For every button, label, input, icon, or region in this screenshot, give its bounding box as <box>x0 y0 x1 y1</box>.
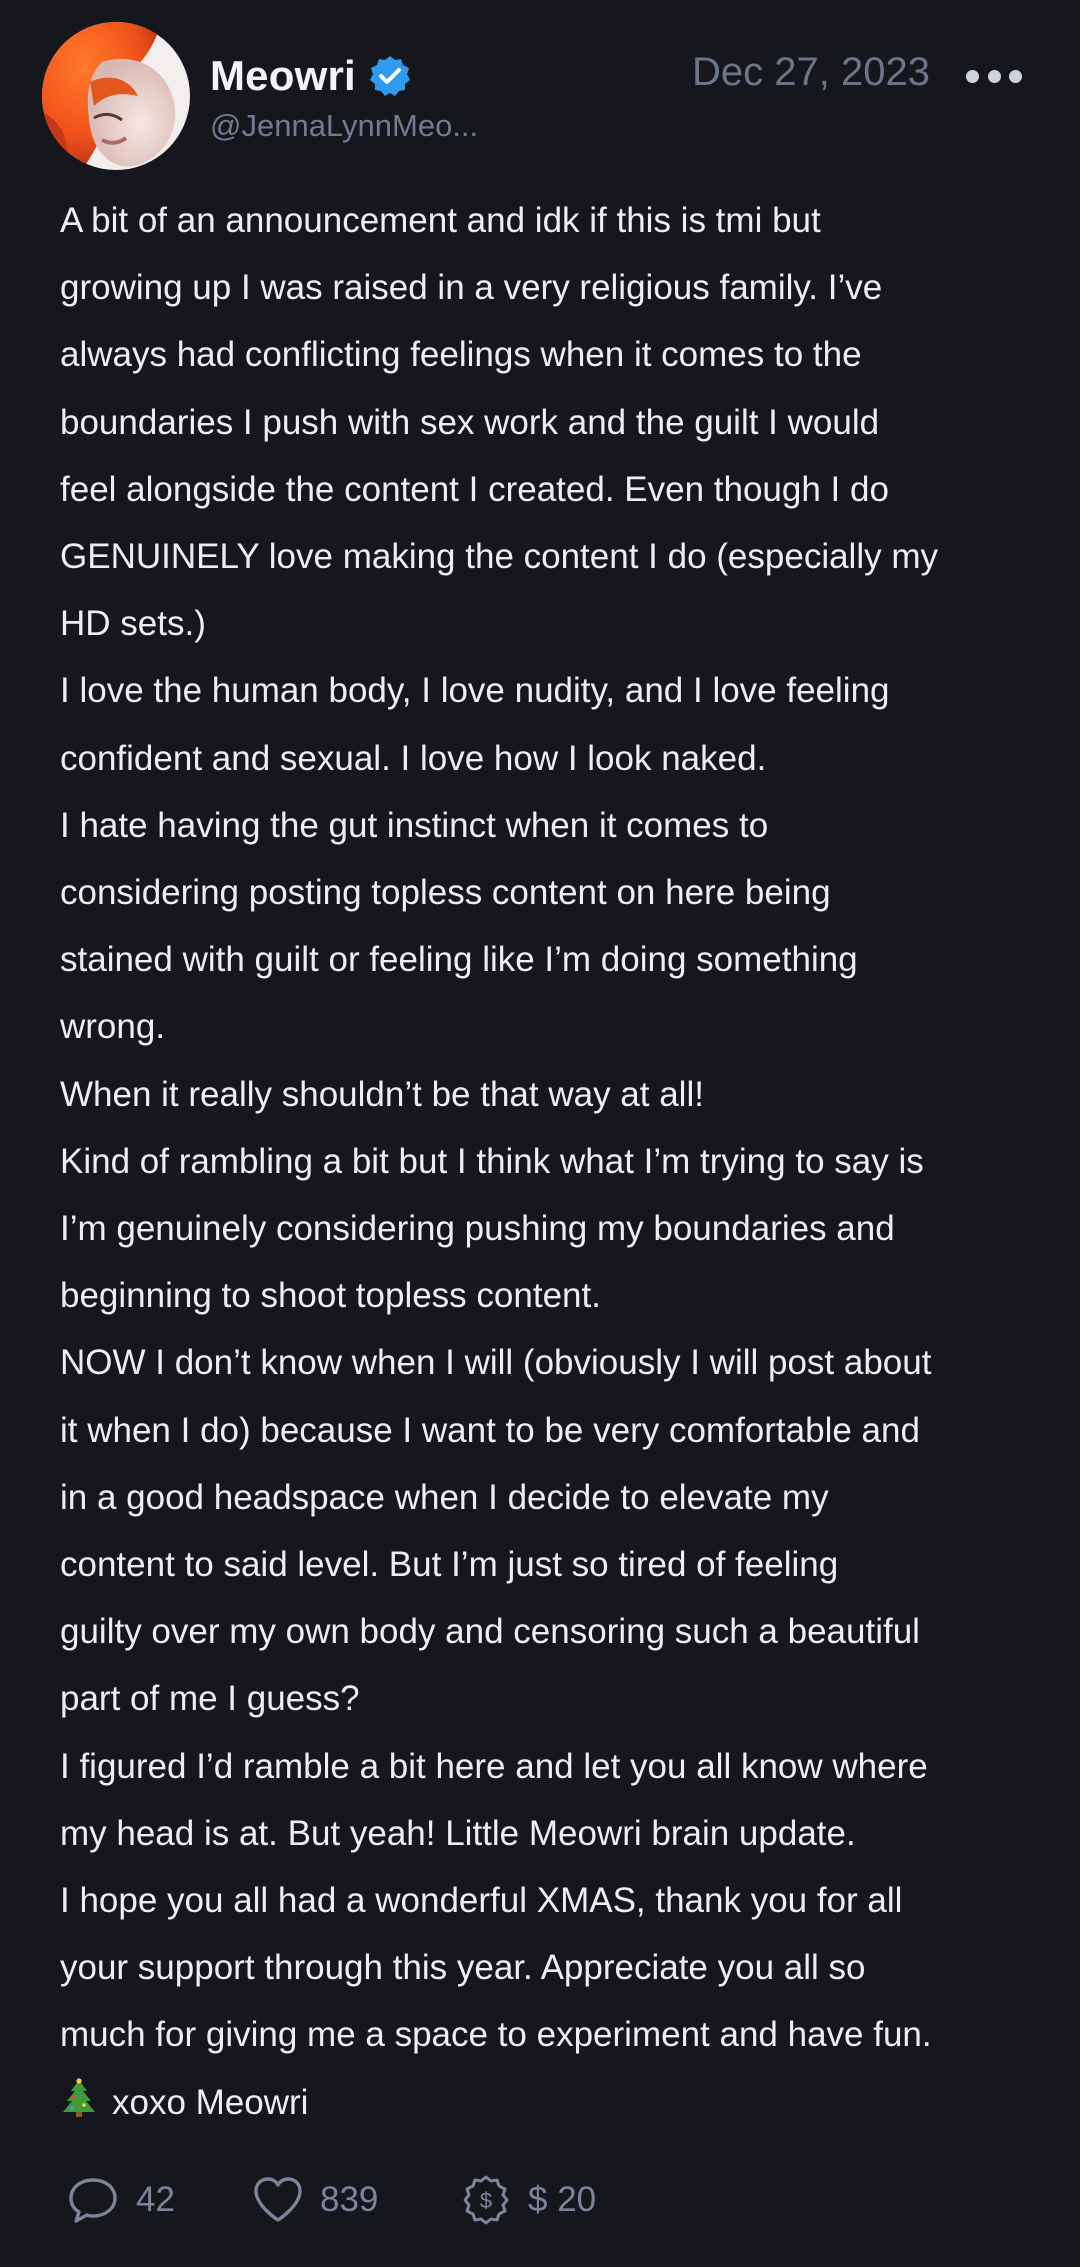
post-text-line: growing up I was raised in a very religi… <box>60 268 883 308</box>
post-text-line: A bit of an announcement and idk if this… <box>60 201 821 240</box>
like-count: 839 <box>320 2180 379 2219</box>
post-text-line: always had conflicting feelings when it … <box>60 335 862 375</box>
post-text-line: GENUINELY love making the content I do (… <box>60 537 938 577</box>
comment-icon <box>69 2178 117 2223</box>
avatar-photo <box>42 22 190 170</box>
post-text-line: NOW I don’t know when I will (obviously … <box>60 1343 932 1383</box>
avatar[interactable] <box>42 22 190 170</box>
author-name-row: Meowri <box>210 48 412 104</box>
post-text-line: I’m genuinely considering pushing my bou… <box>60 1209 895 1249</box>
post-text-line: I hope you all had a wonderful XMAS, tha… <box>60 1881 903 1921</box>
post-text-line: content to said level. But I’m just so t… <box>60 1545 839 1585</box>
comment-button[interactable]: 42 <box>66 2175 252 2225</box>
post-text-line: HD sets.) <box>60 604 206 644</box>
post-text-line: much for giving me a space to experiment… <box>60 2015 932 2055</box>
verified-badge-icon <box>368 54 412 98</box>
post-text-line: my head is at. But yeah! Little Meowri b… <box>60 1813 856 1853</box>
post-text-line: I love the human body, I love nudity, an… <box>60 671 890 711</box>
post-text-line: stained with guilt or feeling like I’m d… <box>60 940 858 980</box>
more-dots-icon[interactable] <box>966 58 1022 94</box>
post-text-line: I hate having the gut instinct when it c… <box>60 805 769 845</box>
comment-count: 42 <box>136 2180 175 2219</box>
post-text-line: I figured I’d ramble a bit here and let … <box>60 1746 928 1786</box>
svg-text:$: $ <box>480 2188 492 2213</box>
tip-amount: $ 20 <box>528 2180 597 2219</box>
post-text-line: part of me I guess? <box>60 1679 360 1719</box>
post-text-line: guilty over my own body and censoring su… <box>60 1612 920 1652</box>
display-name[interactable]: Meowri <box>210 52 356 100</box>
post-text-line: wrong. <box>60 1007 166 1047</box>
author-handle[interactable]: @JennaLynnMeo... <box>210 108 478 144</box>
post-text-line: considering posting topless content on h… <box>60 873 831 913</box>
post-text-line: beginning to shoot topless content. <box>60 1276 601 1316</box>
post-signoff: xoxo Meowri <box>60 2069 1060 2140</box>
post-body: A bit of an announcement and idk if this… <box>60 187 1060 2140</box>
post-date: Dec 27, 2023 <box>692 50 930 94</box>
post-text-line: it when I do) because I want to be very … <box>60 1410 920 1450</box>
tip-dollar-icon: $ <box>463 2175 509 2225</box>
post-text-line: When it really shouldn’t be that way at … <box>60 1074 704 1114</box>
post-text-line: Kind of rambling a bit but I think what … <box>60 1141 924 1181</box>
tip-button[interactable]: $ $ 20 <box>460 2174 596 2226</box>
post-text-line: in a good headspace when I decide to ele… <box>60 1477 829 1517</box>
post-text-line: feel alongside the content I created. Ev… <box>60 469 889 509</box>
like-button[interactable]: 839 <box>252 2176 460 2224</box>
christmas-tree-icon <box>60 2073 98 2140</box>
signoff-text: xoxo Meowri <box>112 2082 309 2122</box>
post-text-line: confident and sexual. I love how I look … <box>60 738 767 778</box>
post-text-line: your support through this year. Apprecia… <box>60 1948 866 1988</box>
post-card: Meowri @JennaLynnMeo... Dec 27, 2023 A b… <box>0 0 1080 2267</box>
post-actions: 42 839 $ $ 20 <box>66 2172 596 2228</box>
heart-icon <box>254 2177 302 2222</box>
post-text-line: boundaries I push with sex work and the … <box>60 402 880 442</box>
